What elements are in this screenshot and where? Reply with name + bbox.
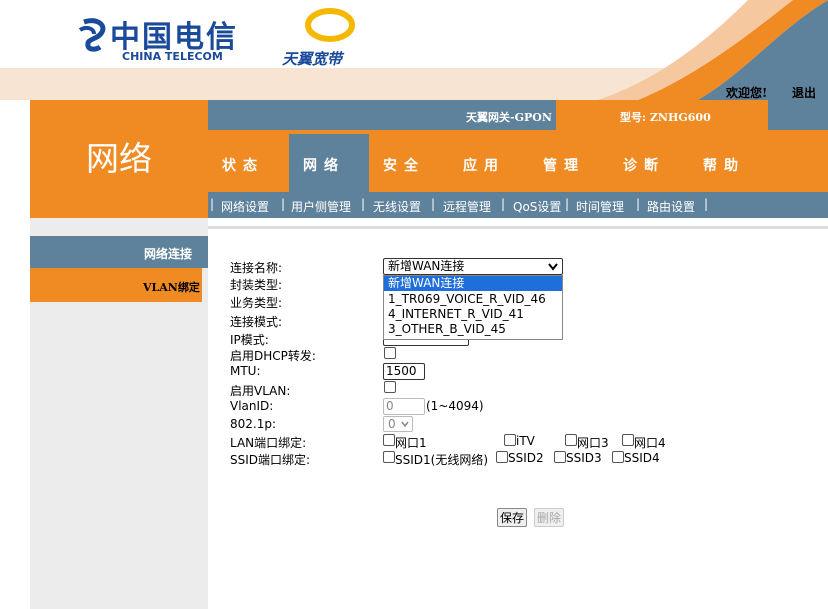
subnav-separator: | xyxy=(281,197,286,211)
sidebar-item-label[interactable]: VLAN绑定 xyxy=(143,279,200,295)
ssid-binding-label: SSID端口绑定: xyxy=(230,453,311,467)
lan-port-itv-checkbox[interactable] xyxy=(504,434,516,446)
model-label: 型号: ZNHG600 xyxy=(620,111,711,124)
enable-vlan-checkbox[interactable] xyxy=(384,381,396,393)
subnav-remote[interactable]: 远程管理 xyxy=(443,198,491,215)
section-title: 网络 xyxy=(30,100,208,218)
header-curve-graphic xyxy=(598,0,828,100)
china-telecom-logo: 中国电信 CHINA TELECOM xyxy=(78,12,238,63)
subnav-separator: | xyxy=(704,197,709,211)
ssid-label: SSID1(无线网络) xyxy=(395,453,489,467)
dropdown-option[interactable]: 3_OTHER_B_VID_45 xyxy=(384,322,562,337)
nav-manage[interactable]: 管理 xyxy=(543,155,585,175)
subnav-separator: | xyxy=(636,197,641,211)
subnav-user-side[interactable]: 用户侧管理 xyxy=(291,198,351,215)
delete-button[interactable]: 删除 xyxy=(534,508,565,527)
dropdown-option[interactable]: 4_INTERNET_R_VID_41 xyxy=(384,307,562,322)
divider xyxy=(208,226,828,229)
dropdown-option[interactable]: 新增WAN连接 xyxy=(384,276,562,291)
service-type-label: 业务类型: xyxy=(230,296,283,310)
subnav-separator: | xyxy=(501,197,506,211)
ssid3-checkbox[interactable] xyxy=(554,451,566,463)
nav-security[interactable]: 安全 xyxy=(383,155,425,175)
encapsulation-label: 封装类型: xyxy=(230,278,283,292)
lan-port-label: 网口1 xyxy=(395,436,427,450)
enable-dhcp-label: 启用DHCP转发: xyxy=(230,349,316,363)
telecom-swirl-icon xyxy=(78,18,106,52)
vlan-id-input[interactable]: 0 xyxy=(383,398,425,415)
connection-name-select[interactable]: 新增WAN连接 xyxy=(383,258,563,275)
nav-network[interactable]: 网络 xyxy=(303,155,345,175)
lan-port-4-checkbox[interactable] xyxy=(622,434,634,446)
tianyi-ring-icon xyxy=(305,8,355,42)
dot1p-value: 0 xyxy=(388,417,396,431)
logout-link[interactable]: 退出 xyxy=(792,84,816,100)
ssid-label: SSID3 xyxy=(566,451,602,465)
ip-mode-label: IP模式: xyxy=(230,333,269,347)
mtu-input[interactable]: 1500 xyxy=(383,363,425,380)
brand-en: CHINA TELECOM xyxy=(122,50,223,63)
subnav-qos[interactable]: QoS设置 xyxy=(513,198,561,215)
ssid-label: SSID2 xyxy=(508,451,544,465)
save-button[interactable]: 保存 xyxy=(497,508,528,527)
ssid-label: SSID4 xyxy=(624,451,660,465)
lan-port-label: iTV xyxy=(516,434,535,448)
sidebar-item-label[interactable]: 网络连接 xyxy=(144,245,192,262)
subnav-separator: | xyxy=(431,197,436,211)
lan-binding-label: LAN端口绑定: xyxy=(230,436,307,450)
ssid1-checkbox[interactable] xyxy=(383,451,395,463)
subnav-time[interactable]: 时间管理 xyxy=(576,198,624,215)
select-value: 新增WAN连接 xyxy=(388,259,465,273)
dot1p-label: 802.1p: xyxy=(230,417,277,431)
enable-vlan-label: 启用VLAN: xyxy=(230,384,291,398)
connection-name-label: 连接名称: xyxy=(230,261,283,275)
ssid4-checkbox[interactable] xyxy=(612,451,624,463)
gateway-name: 天翼网关-GPON xyxy=(466,111,552,124)
nav-apps[interactable]: 应用 xyxy=(463,155,505,175)
lan-port-label: 网口3 xyxy=(577,436,609,450)
lan-port-3-checkbox[interactable] xyxy=(565,434,577,446)
ssid2-checkbox[interactable] xyxy=(496,451,508,463)
subnav-wireless[interactable]: 无线设置 xyxy=(373,198,421,215)
vlan-id-hint: (1~4094) xyxy=(426,399,484,413)
connection-mode-label: 连接模式: xyxy=(230,315,283,329)
lan-port-label: 网口4 xyxy=(634,436,666,450)
subnav-separator: | xyxy=(210,197,215,211)
subnav-separator: | xyxy=(361,197,366,211)
product-brand: 天翼宽带 xyxy=(282,50,343,68)
enable-dhcp-checkbox[interactable] xyxy=(384,347,396,359)
mtu-label: MTU: xyxy=(230,364,261,378)
nav-help[interactable]: 帮助 xyxy=(703,155,745,175)
dropdown-option[interactable]: 1_TR069_VOICE_R_VID_46 xyxy=(384,292,562,307)
lan-port-1-checkbox[interactable] xyxy=(383,434,395,446)
dot1p-select[interactable]: 0 xyxy=(383,416,413,432)
nav-diagnose[interactable]: 诊断 xyxy=(623,155,665,175)
welcome-text: 欢迎您! xyxy=(726,86,768,100)
chevron-down-icon xyxy=(548,263,558,271)
chevron-down-icon xyxy=(401,421,409,427)
subnav-separator: | xyxy=(565,197,570,211)
subnav-network-settings[interactable]: 网络设置 xyxy=(221,198,269,215)
top-header: 中国电信 CHINA TELECOM 天翼宽带 欢迎您! 退出 xyxy=(0,0,828,100)
subnav-route[interactable]: 路由设置 xyxy=(647,198,695,215)
vlan-id-label: VlanID: xyxy=(230,399,274,413)
nav-status[interactable]: 状态 xyxy=(222,155,264,175)
